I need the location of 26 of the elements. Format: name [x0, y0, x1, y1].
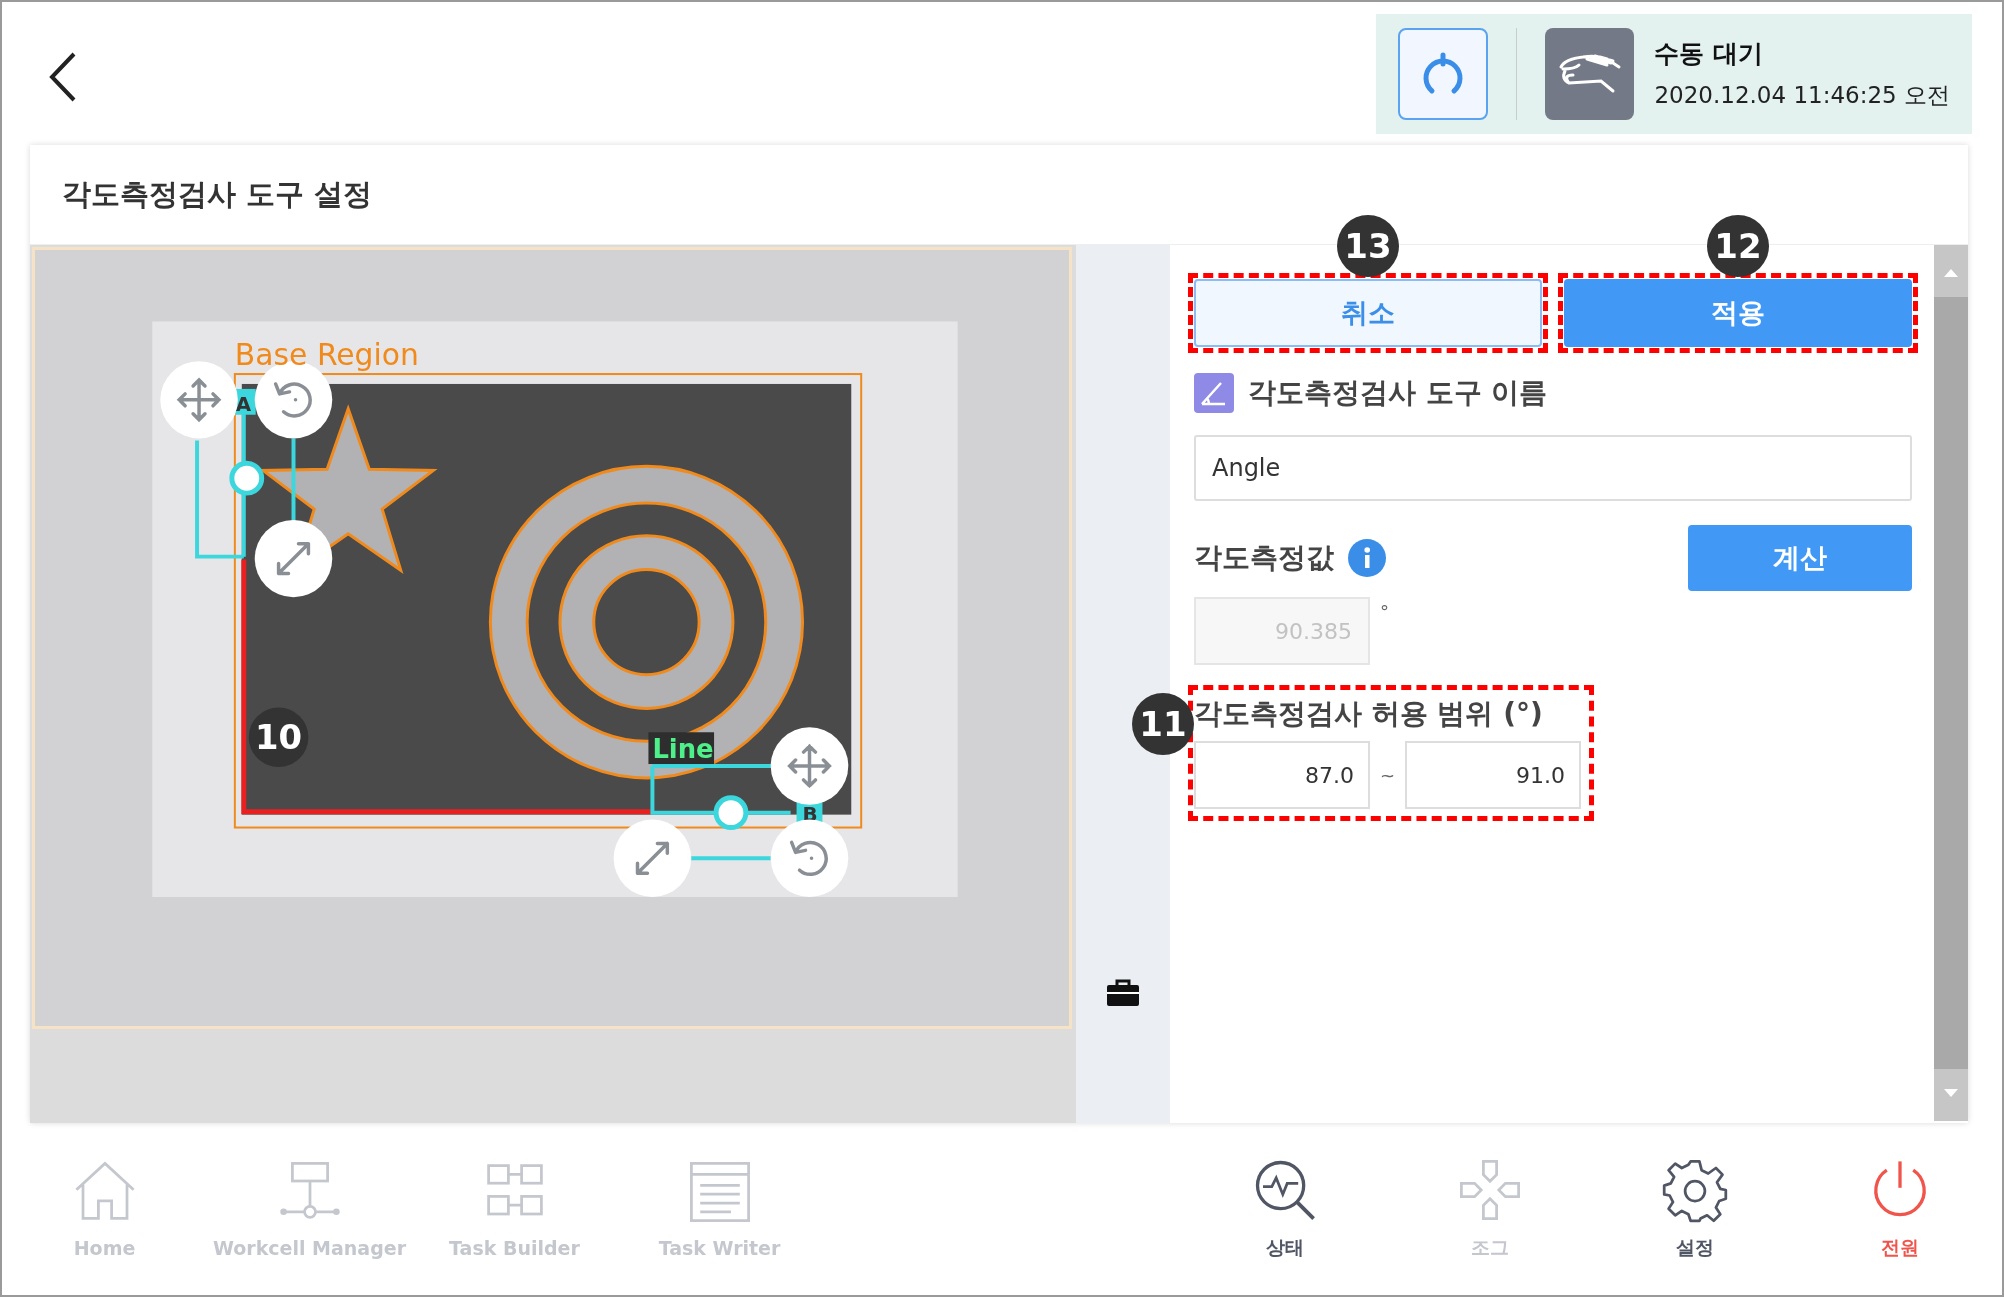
range-separator: ~ [1380, 764, 1396, 786]
nav-item[interactable]: 상태 [1182, 1157, 1387, 1261]
field-label: 각도측정검사 허용 범위 (°) [1194, 696, 1544, 732]
calculate-button[interactable]: 계산 [1688, 525, 1912, 591]
callout-badge: 10 [248, 707, 309, 767]
min-input[interactable]: 87.0 [1194, 741, 1370, 809]
mode-text: 수동 대기 [1654, 38, 1765, 70]
briefcase-icon[interactable] [1106, 979, 1140, 1007]
cancel-button[interactable]: 취소 [1194, 279, 1542, 347]
nav-item[interactable]: 전원 [1797, 1157, 2002, 1261]
nav-item[interactable]: 설정 [1592, 1157, 1797, 1261]
unit-text: ° [1380, 601, 1389, 622]
angle-icon [1194, 373, 1234, 413]
connection-button[interactable] [1398, 28, 1488, 120]
scrollbar[interactable] [1934, 245, 1968, 1121]
max-input[interactable]: 91.0 [1405, 741, 1582, 809]
name-input[interactable]: Angle [1194, 435, 1912, 501]
callout-badge: 12 [1707, 215, 1769, 277]
line-label: Line [648, 732, 715, 765]
field-label: 각도측정검사 도구 이름 [1248, 375, 1548, 411]
timestamp: 2020.12.04 11:46:25 오전 [1654, 81, 1950, 110]
apply-button[interactable]: 적용 [1564, 279, 1912, 347]
field-label: 각도측정값 [1194, 540, 1334, 576]
info-icon[interactable] [1348, 539, 1386, 577]
back-icon[interactable] [48, 50, 78, 104]
settings-icon [1661, 1157, 1728, 1223]
